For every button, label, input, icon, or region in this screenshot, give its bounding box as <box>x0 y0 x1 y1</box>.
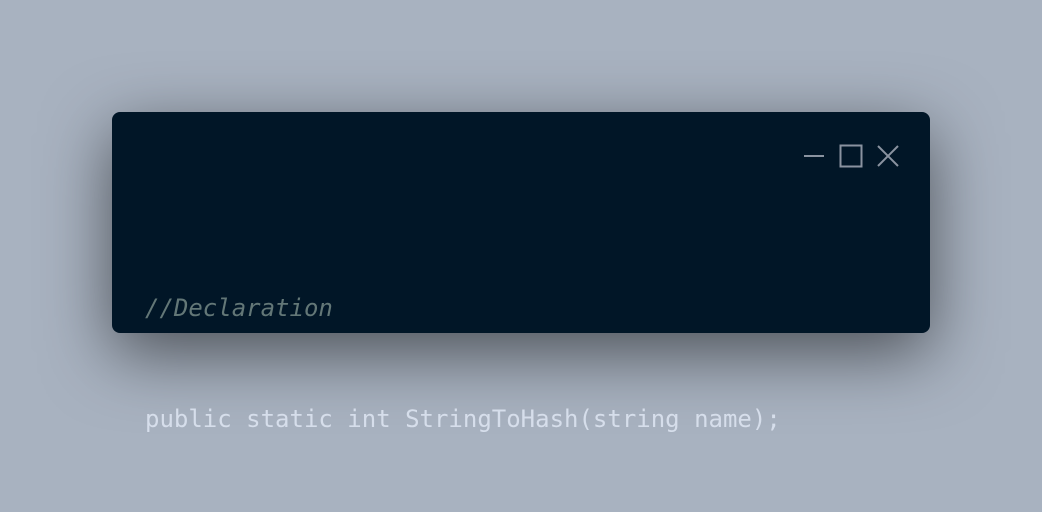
window-controls <box>802 144 900 168</box>
minimize-icon <box>804 155 824 157</box>
code-window: //Declaration public static int StringTo… <box>112 112 930 433</box>
code-comment: //Declaration <box>145 294 333 322</box>
code-block: //Declaration public static int StringTo… <box>145 216 781 512</box>
close-icon <box>877 145 899 167</box>
maximize-icon <box>839 144 863 168</box>
maximize-button[interactable] <box>839 144 863 168</box>
code-declaration-line: public static int StringToHash(string na… <box>145 405 781 433</box>
page: { "window": { "background": "#011627", "… <box>0 0 1042 446</box>
close-button[interactable] <box>876 144 900 168</box>
minimize-button[interactable] <box>802 144 826 168</box>
